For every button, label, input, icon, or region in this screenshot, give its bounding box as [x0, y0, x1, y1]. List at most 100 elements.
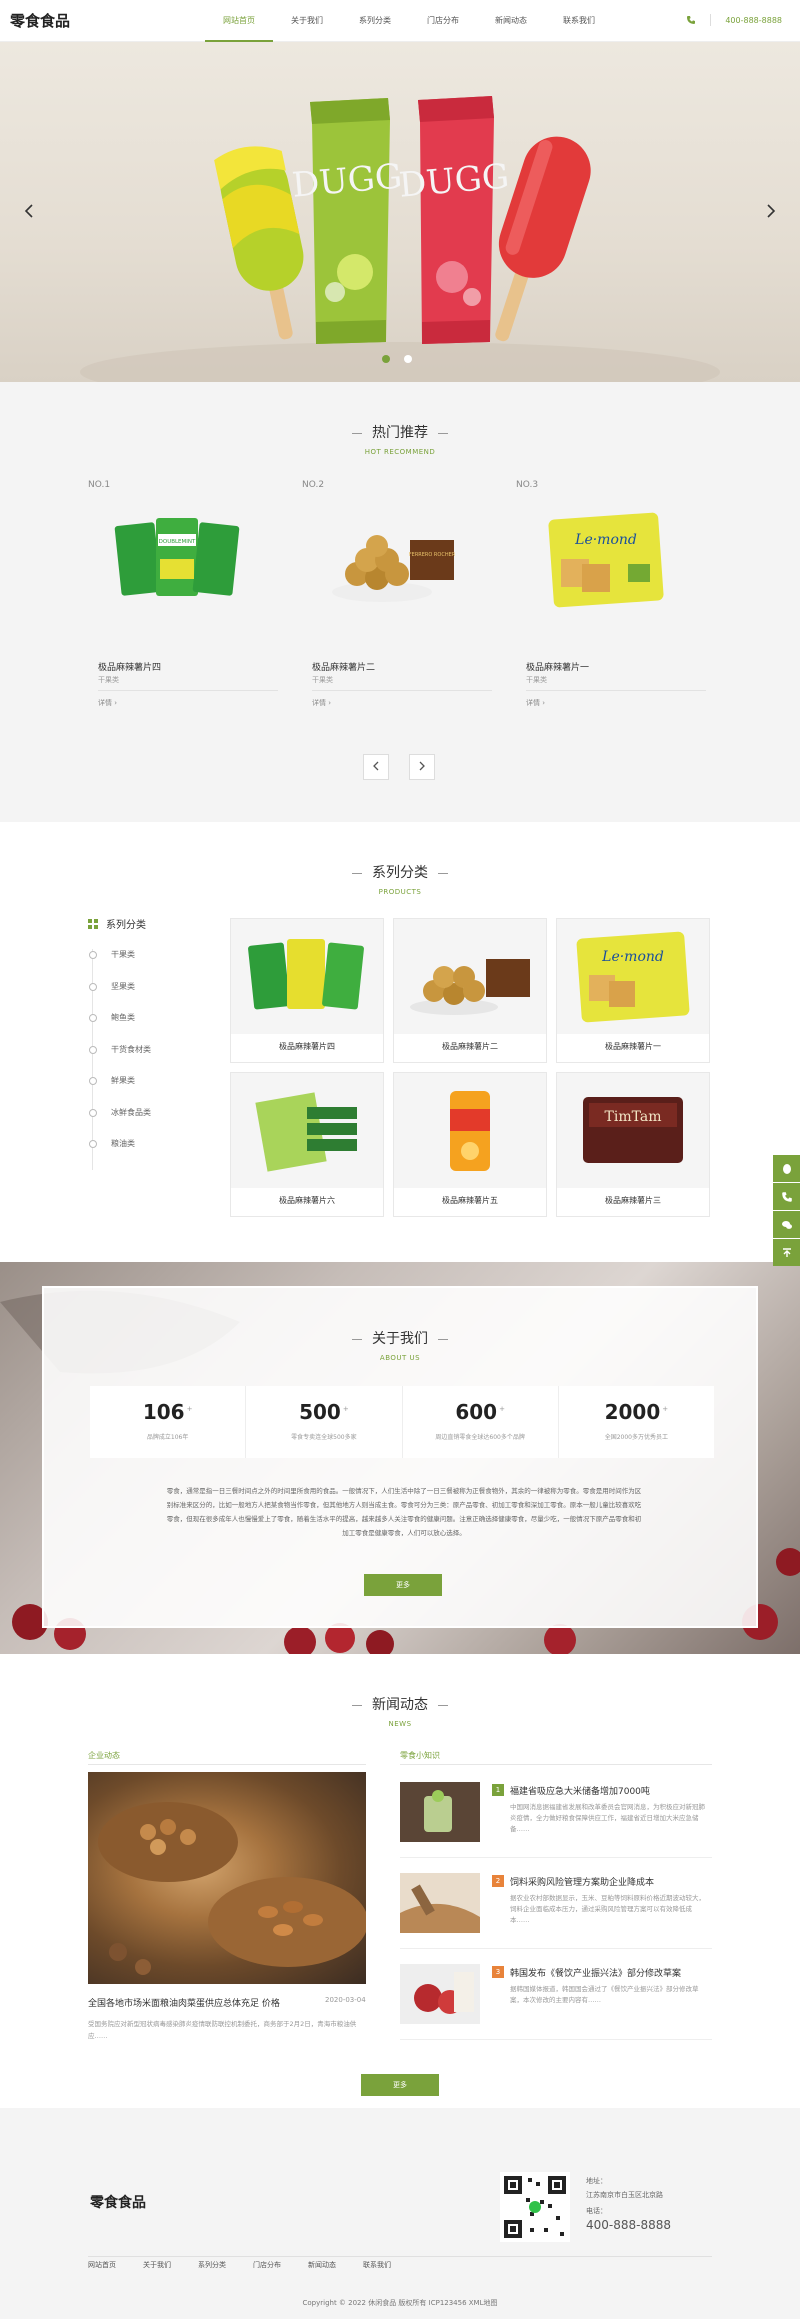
product-card[interactable]: 极品麻辣薯片四 — [230, 918, 384, 1063]
product-name: 极品麻辣薯片六 — [279, 1196, 335, 1205]
category-item[interactable]: 冰鲜食品类 — [89, 1107, 200, 1139]
nav-home[interactable]: 网站首页 — [205, 0, 273, 42]
hot-item-detail-link[interactable]: 详情 › — [98, 698, 117, 708]
news-item-title[interactable]: 韩国发布《餐饮产业振兴法》部分修改草案 — [510, 1966, 681, 1979]
product-image: TimTam — [557, 1073, 709, 1188]
hot-item[interactable]: NO.2 FERRERO ROCHER 极品麻辣薯片二 干果类 详情 › — [302, 480, 502, 707]
product-card[interactable]: TimTam 极品麻辣薯片三 — [556, 1072, 710, 1217]
footer-nav-series[interactable]: 系列分类 — [198, 2260, 226, 2270]
hot-next-button[interactable] — [409, 754, 435, 780]
product-card[interactable]: Le·mond 极品麻辣薯片一 — [556, 918, 710, 1063]
banner-pagination — [382, 355, 412, 363]
series-title: 系列分类 — [0, 862, 800, 882]
header-phone-number: 400-888-8888 — [725, 15, 782, 25]
hot-item-name[interactable]: 极品麻辣薯片一 — [526, 660, 589, 673]
ferrero-image: FERRERO ROCHER — [332, 535, 456, 602]
hot-prev-button[interactable] — [363, 754, 389, 780]
back-to-top-button[interactable] — [773, 1239, 800, 1266]
stat-label: 全国2000多万优秀员工 — [604, 1434, 669, 1441]
main-nav: 网站首页 关于我们 系列分类 门店分布 新闻动态 联系我们 — [205, 0, 613, 42]
product-card[interactable]: 极品麻辣薯片五 — [393, 1072, 547, 1217]
feature-news-image[interactable] — [88, 1772, 366, 1984]
category-item[interactable]: 鲍鱼类 — [89, 1012, 200, 1044]
news-thumbnail — [400, 1782, 480, 1842]
product-card[interactable]: 极品麻辣薯片二 — [393, 918, 547, 1063]
news-item-title[interactable]: 福建省吸应急大米储备增加7000吨 — [510, 1784, 650, 1797]
nav-about[interactable]: 关于我们 — [273, 0, 341, 42]
footer-logo[interactable]: 零食食品 — [90, 2192, 146, 2212]
stat-label: 品牌成立106年 — [146, 1434, 189, 1441]
banner-dot[interactable] — [404, 355, 412, 363]
hot-title: 热门推荐 — [0, 422, 800, 442]
nav-series[interactable]: 系列分类 — [341, 0, 409, 42]
footer-nav-about[interactable]: 关于我们 — [143, 2260, 171, 2270]
footer-nav-news[interactable]: 新闻动态 — [308, 2260, 336, 2270]
category-item[interactable]: 粮油类 — [89, 1138, 200, 1170]
copyright: Copyright © 2022 休闲食品 版权所有 ICP123456 XML… — [302, 2299, 498, 2307]
news-item-desc: 中国网消息据福建省发展和改革委员会官网消息，为积极应对新冠肺炎疫情，全力做好粮食… — [510, 1803, 705, 1833]
site-logo[interactable]: 零食食品 — [10, 10, 70, 31]
about-more-button[interactable]: 更多 — [364, 1574, 442, 1596]
stat-item: 600 + 周边直销零食全球达600多个品牌 — [403, 1386, 559, 1458]
product-name: 极品麻辣薯片二 — [442, 1042, 498, 1051]
wechat-button[interactable] — [773, 1211, 800, 1238]
hot-item[interactable]: NO.1 DOUBLEMINT 极品麻辣薯片四 干果类 详情 › — [88, 480, 288, 707]
svg-text:Le·mond: Le·mond — [601, 949, 664, 965]
category-item[interactable]: 干货食材类 — [89, 1044, 200, 1076]
banner-prev-arrow[interactable] — [24, 202, 34, 223]
stat-item: 2000 + 全国2000多万优秀员工 — [559, 1386, 714, 1458]
chevron-right-icon — [419, 761, 425, 771]
feature-news-title[interactable]: 全国各地市场米面粮油肉菜蛋供应总体充足 价格 — [88, 1996, 280, 2009]
category-item[interactable]: 干果类 — [89, 949, 200, 981]
news-list-item[interactable]: 2 饲料采购风险管理方案助企业降成本 据农业农村部数据显示，玉米、豆粕等饲料原料… — [400, 1863, 712, 1949]
category-item[interactable]: 鲜果类 — [89, 1075, 200, 1107]
footer-nav-stores[interactable]: 门店分布 — [253, 2260, 281, 2270]
snack-knowledge-heading[interactable]: 零食小知识 — [400, 1750, 440, 1761]
footer-nav-contact[interactable]: 联系我们 — [363, 2260, 391, 2270]
product-name: 极品麻辣薯片五 — [442, 1196, 498, 1205]
category-item[interactable]: 坚果类 — [89, 981, 200, 1013]
sidebar-title: 系列分类 — [106, 920, 146, 931]
product-image — [394, 1073, 546, 1188]
product-name: 极品麻辣薯片一 — [605, 1042, 661, 1051]
hot-item-name[interactable]: 极品麻辣薯片二 — [312, 660, 375, 673]
chevron-left-icon — [373, 761, 379, 771]
hot-item-detail-link[interactable]: 详情 › — [526, 698, 545, 708]
banner-next-arrow[interactable] — [766, 202, 776, 223]
hot-item[interactable]: NO.3 Le·mond 极品麻辣薯片一 干果类 详情 › — [516, 480, 716, 707]
product-card[interactable]: 极品麻辣薯片六 — [230, 1072, 384, 1217]
news-thumbnail — [400, 1964, 480, 2024]
footer-nav-home[interactable]: 网站首页 — [88, 2260, 116, 2270]
sidebar-header: 系列分类 — [88, 916, 200, 931]
qq-button[interactable] — [773, 1155, 800, 1182]
news-item-title[interactable]: 饲料采购风险管理方案助企业降成本 — [510, 1875, 654, 1888]
site-footer: 零食食品 地址： 江苏南京市白玉区北京路 电话： 400-888-8888 网站… — [0, 2108, 800, 2319]
nav-stores[interactable]: 门店分布 — [409, 0, 477, 42]
hot-item-detail-link[interactable]: 详情 › — [312, 698, 331, 708]
product-name: 极品麻辣薯片四 — [279, 1042, 335, 1051]
hot-item-name[interactable]: 极品麻辣薯片四 — [98, 660, 161, 673]
news-section: 新闻动态 NEWS 企业动态 零食小知识 全国各地市场米面粮油肉菜蛋供应总体充足… — [0, 1654, 800, 2108]
series-section-title: 系列分类 PRODUCTS — [0, 862, 800, 896]
floating-toolbar — [773, 1155, 800, 1267]
company-news-heading[interactable]: 企业动态 — [88, 1750, 120, 1761]
news-list-item[interactable]: 1 福建省吸应急大米储备增加7000吨 中国网消息据福建省发展和改革委员会官网消… — [400, 1772, 712, 1858]
nav-contact[interactable]: 联系我们 — [545, 0, 613, 42]
hot-item-no: NO.1 — [88, 480, 111, 490]
news-item-desc: 据农业农村部数据显示，玉米、豆粕等饲料原料价格近期波动较大，饲料企业面临成本压力… — [510, 1894, 705, 1924]
nuts-image — [98, 1802, 366, 1975]
product-image — [394, 919, 546, 1034]
feature-news-desc: 受国务院应对新型冠状病毒感染肺炎疫情联防联控机制委托，商务部于2月2日，青海市粮… — [88, 2020, 357, 2040]
news-list-item[interactable]: 3 韩国发布《餐饮产业振兴法》部分修改草案 据韩国媒体报道，韩国国会通过了《餐饮… — [400, 1954, 712, 2040]
header-phone: 400-888-8888 — [686, 14, 782, 26]
svg-text:DOUBLEMINT: DOUBLEMINT — [159, 539, 196, 545]
nav-news[interactable]: 新闻动态 — [477, 0, 545, 42]
news-thumbnail — [400, 1873, 480, 1933]
banner-dot-active[interactable] — [382, 355, 390, 363]
divider — [88, 1764, 366, 1765]
phone-label: 电话： — [586, 2207, 607, 2215]
news-more-button[interactable]: 更多 — [361, 2074, 439, 2096]
about-section: 关于我们 ABOUT US 106 + 品牌成立106年 500 + 零食专卖连全球… — [0, 1262, 800, 1654]
phone-button[interactable] — [773, 1183, 800, 1210]
series-subtitle: PRODUCTS — [378, 888, 422, 896]
